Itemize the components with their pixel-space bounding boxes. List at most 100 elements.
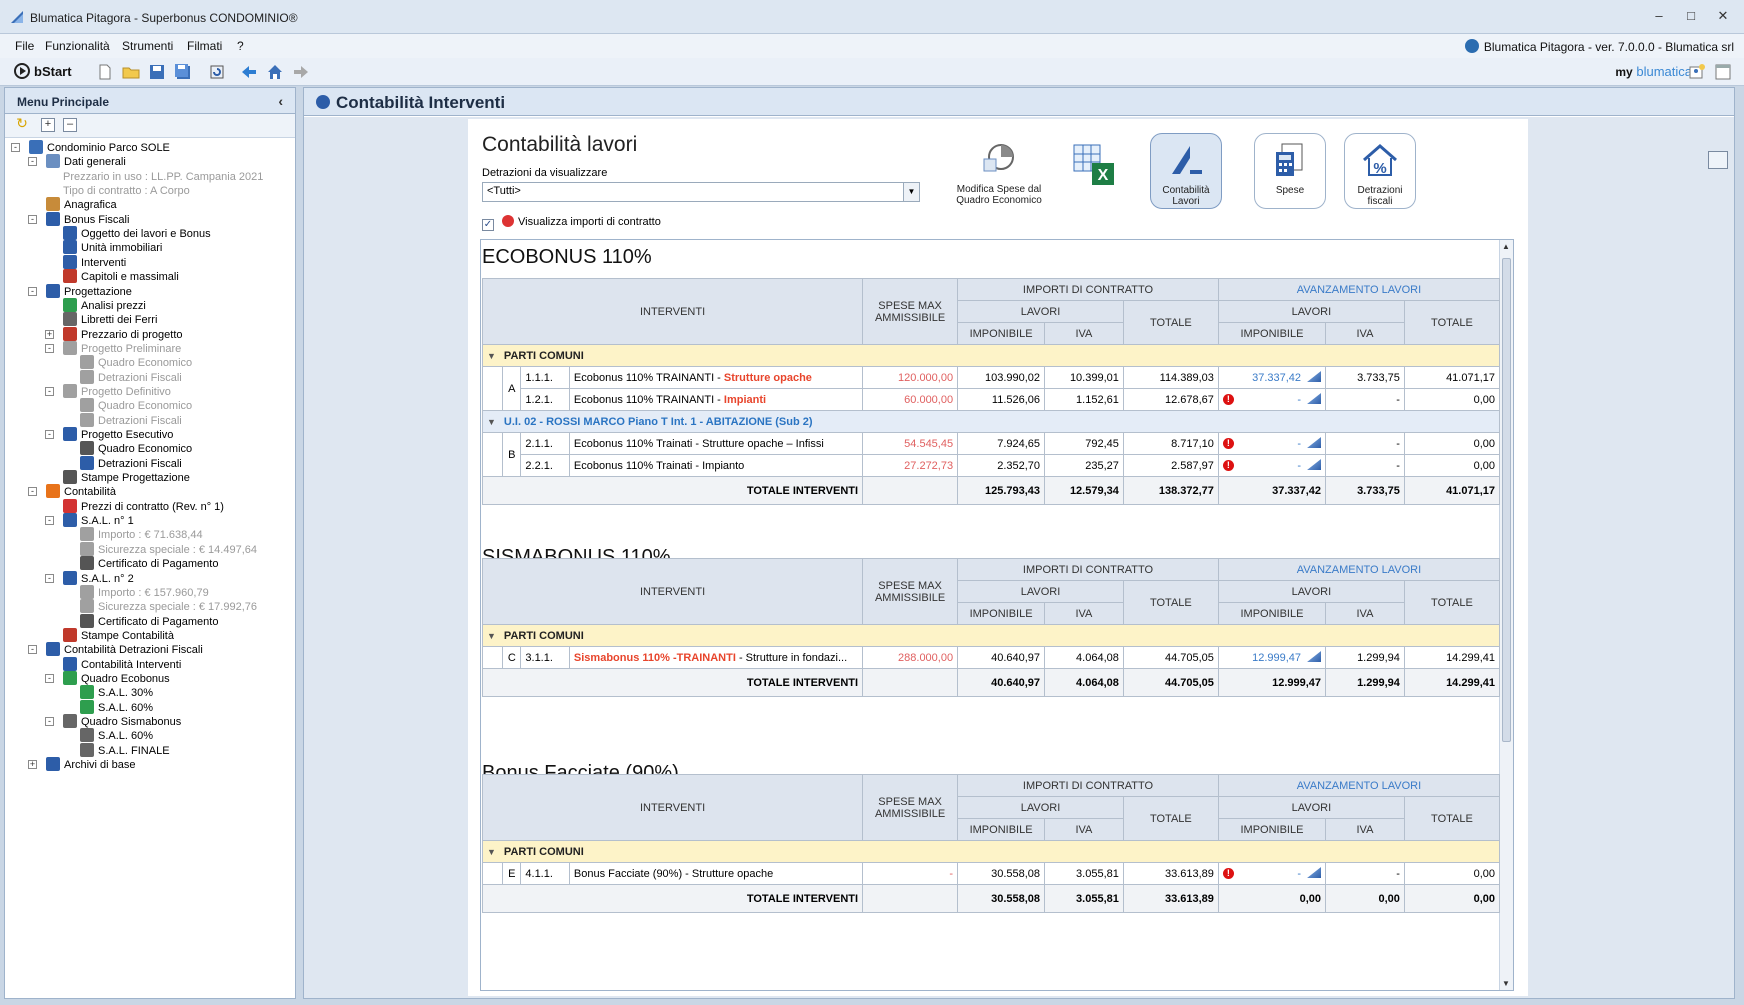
chevron-down-icon[interactable]: ▼ (903, 183, 919, 201)
edit-avanzamento-icon[interactable] (1307, 459, 1322, 470)
iva-value: 4.064,08 (1076, 651, 1119, 664)
edit-avanzamento-icon[interactable] (1307, 437, 1322, 448)
collapse-group-icon[interactable]: ▼ (487, 631, 496, 641)
avanzamento-imponibile-cell[interactable]: ! - (1217, 432, 1327, 455)
collapse-chevron-icon[interactable]: ‹ (278, 93, 283, 109)
table-row[interactable]: C 3.1.1. Sismabonus 110% -TRAINANTI - Stru… (481, 646, 1501, 669)
refresh-tree-icon[interactable]: ↻ (15, 116, 29, 132)
interventi-grid[interactable]: ▲ ▼ ECOBONUS 110% INTERVENTI SPESE MAX AMM… (480, 239, 1514, 991)
collapse-node-icon[interactable]: - (11, 143, 20, 152)
avanzamento-imponibile-cell[interactable]: ! - (1217, 862, 1327, 885)
forward-arrow-icon[interactable] (292, 63, 310, 81)
tree-node-icon (63, 297, 77, 312)
collapse-node-icon[interactable]: - (28, 157, 37, 167)
expand-node-icon[interactable]: + (28, 760, 37, 770)
avanzamento-totale-value: 0,00 (1473, 437, 1495, 450)
spese-cell: 288.000,00 (862, 646, 959, 669)
refresh-icon[interactable] (208, 63, 226, 81)
avanzamento-imponibile-cell[interactable]: 12.999,47 (1217, 646, 1327, 669)
tree-node-label: Progettazione (64, 285, 132, 298)
avanzamento-imponibile-cell[interactable]: 37.337,42 (1217, 366, 1327, 389)
tree-node-icon (46, 642, 60, 657)
group-row[interactable]: ▼ U.I. 02 - ROSSI MARCO Piano T Int. 1 - … (482, 410, 1500, 433)
avanzamento-iva-cell: - (1325, 432, 1405, 455)
tree-node-icon (63, 470, 77, 485)
collapse-node-icon[interactable]: - (45, 717, 54, 726)
new-file-icon[interactable] (96, 63, 114, 81)
collapse-all-icon[interactable]: – (63, 118, 77, 132)
open-folder-icon[interactable] (122, 63, 140, 81)
table-row[interactable]: A 1.1.1. Ecobonus 110% TRAINANTI - Struttu… (481, 366, 1501, 411)
imponibile-value: 7.924,65 (997, 437, 1041, 450)
spese-button[interactable]: Spese (1254, 133, 1326, 209)
modifica-spese-button[interactable]: Modifica Spese dal Quadro Economico (944, 133, 1054, 209)
scroll-up-icon[interactable]: ▲ (1502, 242, 1510, 251)
save-icon[interactable] (148, 63, 166, 81)
contract-icon (502, 215, 514, 227)
collapse-node-icon[interactable]: - (28, 214, 37, 224)
edit-avanzamento-icon[interactable] (1307, 867, 1322, 878)
group-row[interactable]: ▼ PARTI COMUNI (482, 840, 1500, 863)
contabilita-lavori-button[interactable]: Contabilità Lavori (1150, 133, 1222, 209)
close-button[interactable]: ✕ (1712, 8, 1734, 26)
iva-value: 10.399,01 (1069, 371, 1119, 384)
table-row[interactable]: 2.2.1. Ecobonus 110% Trainati - Impianto 2… (483, 454, 1501, 477)
scroll-thumb[interactable] (1502, 258, 1511, 742)
totals-avanzamento-totale-cell: 41.071,17 (1403, 476, 1501, 505)
edit-avanzamento-icon[interactable] (1307, 651, 1322, 662)
menu-funzionalita[interactable]: Funzionalità (45, 39, 110, 53)
collapse-group-icon[interactable]: ▼ (487, 847, 496, 857)
menu-strumenti[interactable]: Strumenti (122, 39, 173, 53)
avanzamento-imponibile-cell[interactable]: ! - (1217, 454, 1327, 477)
collapse-node-icon[interactable]: - (45, 386, 54, 396)
collapse-node-icon[interactable]: - (28, 487, 37, 497)
expand-all-icon[interactable]: + (41, 118, 55, 132)
window-layout-icon[interactable] (1714, 63, 1732, 81)
collapse-group-icon[interactable]: ▼ (487, 351, 496, 361)
scroll-down-icon[interactable]: ▼ (1502, 979, 1510, 988)
save-all-icon[interactable] (174, 63, 192, 81)
collapse-node-icon[interactable]: - (45, 516, 54, 526)
detrazioni-select[interactable]: <Tutti> ▼ (482, 182, 920, 202)
menu-filmati[interactable]: Filmati (187, 39, 222, 53)
collapse-node-icon[interactable]: - (45, 573, 54, 583)
totale-value: 33.613,89 (1164, 867, 1214, 880)
vertical-scrollbar[interactable]: ▲ ▼ (1499, 240, 1513, 990)
minimize-button[interactable]: – (1648, 8, 1670, 26)
table-row[interactable]: 1.2.1. Ecobonus 110% TRAINANTI - Impianti… (483, 388, 1501, 411)
tree-node-icon (63, 383, 77, 398)
collapse-group-icon[interactable]: ▼ (487, 417, 496, 427)
collapse-node-icon[interactable]: - (45, 343, 54, 353)
tree-node[interactable]: + Archivi di base (28, 757, 136, 773)
maximize-button[interactable]: □ (1680, 8, 1702, 26)
group-row[interactable]: ▼ PARTI COMUNI (482, 624, 1500, 647)
detrazioni-fiscali-button[interactable]: % Detrazioni fiscali (1344, 133, 1416, 209)
visualizza-importi-checkbox[interactable]: ✓ (482, 219, 494, 231)
back-arrow-icon[interactable] (240, 63, 258, 81)
edit-avanzamento-icon[interactable] (1307, 371, 1322, 382)
collapse-node-icon[interactable]: - (28, 286, 37, 296)
collapse-node-icon[interactable]: - (45, 430, 54, 439)
totals-totale-cell: 44.705,05 (1122, 668, 1219, 697)
edit-avanzamento-icon[interactable] (1307, 393, 1322, 404)
collapse-node-icon[interactable]: - (45, 673, 54, 683)
home-icon[interactable] (266, 63, 284, 81)
totale-value: 2.587,97 (1171, 459, 1214, 472)
side-panel-toggle-icon[interactable] (1708, 151, 1728, 169)
menu-file[interactable]: File (15, 39, 34, 53)
export-excel-button[interactable]: X (1064, 133, 1124, 209)
user-info-icon[interactable] (1688, 63, 1706, 81)
avanzamento-imponibile-cell[interactable]: ! - (1217, 388, 1327, 411)
table-row[interactable]: B 2.1.1. Ecobonus 110% Trainati - Struttur… (481, 432, 1501, 477)
bstart-button[interactable]: bStart (14, 63, 72, 79)
group-row[interactable]: ▼ PARTI COMUNI (482, 344, 1500, 367)
column-header: INTERVENTI (481, 278, 864, 345)
table-row[interactable]: E 4.1.1. Bonus Facciate (90%) - Strutture … (481, 862, 1501, 885)
avanzamento-iva-value: - (1396, 867, 1400, 880)
collapse-node-icon[interactable]: - (28, 645, 37, 655)
spese-cell: 60.000,00 (862, 388, 959, 411)
menu-help[interactable]: ? (237, 39, 244, 53)
myblumatica-brand[interactable]: my blumatica (1615, 64, 1692, 79)
avanzamento-totale-cell: 0,00 (1403, 388, 1501, 411)
expand-node-icon[interactable]: + (45, 329, 54, 339)
